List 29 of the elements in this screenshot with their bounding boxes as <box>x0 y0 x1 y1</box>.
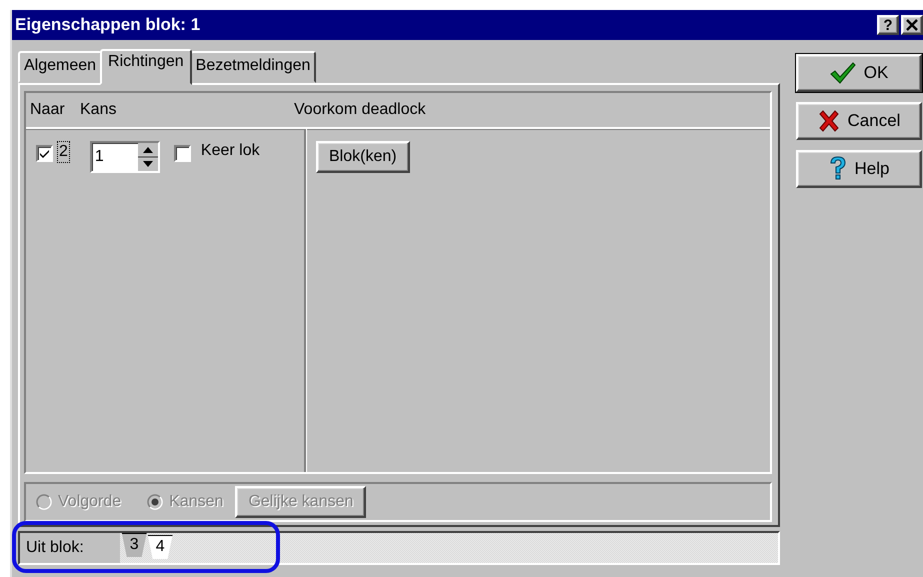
check-icon <box>39 148 50 158</box>
tab[interactable]: Algemeen <box>18 51 102 83</box>
spin-arrows-icon <box>138 143 158 171</box>
target-block-number: 2 <box>57 141 70 163</box>
block-button[interactable]: Blok(ken) <box>316 141 410 173</box>
from-block-label: Uit blok: <box>20 533 120 563</box>
radio-label: Volgorde <box>58 493 122 511</box>
close-button[interactable] <box>901 15 923 35</box>
checkmark-icon <box>830 62 856 84</box>
tab[interactable]: Bezetmeldingen <box>190 51 316 83</box>
checkbox[interactable] <box>36 145 53 162</box>
radio-label: Kansen <box>169 493 224 511</box>
ok-button[interactable]: OK <box>796 54 922 92</box>
tab[interactable]: Richtingen <box>100 49 192 85</box>
block-tab[interactable]: 3 <box>122 533 147 557</box>
checkbox-label: Keer lok <box>200 142 260 160</box>
column-header: Kans <box>80 101 118 119</box>
help-title-button[interactable]: ? <box>877 15 899 35</box>
window-title: Eigenschappen blok: 1 <box>15 15 200 35</box>
checkbox[interactable] <box>174 145 191 162</box>
probability-spinbox[interactable]: 1 <box>90 141 160 173</box>
column-header: Voorkom deadlock <box>294 101 426 119</box>
block-tab[interactable]: 4 <box>148 535 173 559</box>
close-icon <box>906 19 918 31</box>
cancel-button[interactable]: Cancel <box>796 102 922 140</box>
column-header: Naar <box>29 101 66 119</box>
question-mark-icon <box>828 156 847 182</box>
help-button[interactable]: Help <box>796 150 922 188</box>
cross-icon <box>818 110 840 132</box>
